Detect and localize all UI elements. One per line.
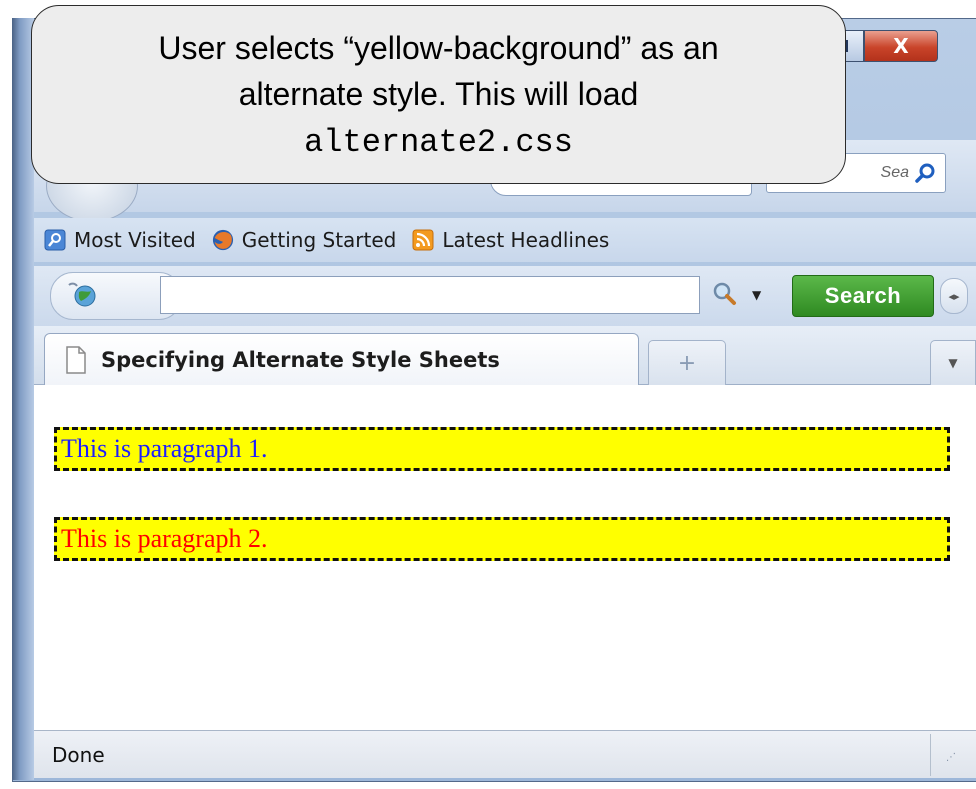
toolbar-chevron-icon[interactable]: ◂▸ (940, 278, 968, 314)
new-tab-button[interactable]: + (648, 340, 726, 385)
bookmarks-toolbar: Most Visited Getting Started Latest Head… (34, 218, 976, 262)
globe-search-icon (68, 282, 96, 307)
bookmark-label: Latest Headlines (442, 228, 610, 252)
callout-line-2: alternate style. This will load (238, 76, 639, 112)
status-text: Done (52, 742, 105, 767)
most-visited-icon (44, 229, 66, 251)
close-button[interactable]: X (864, 30, 938, 62)
chevron-down-icon: ▼ (948, 356, 958, 370)
bookmark-label: Getting Started (241, 228, 397, 252)
callout-line-1: User selects “yellow-background” as an (158, 30, 719, 66)
bookmark-getting-started[interactable]: Getting Started (212, 228, 397, 252)
navbar-search-placeholder: Sea (880, 164, 909, 181)
search-engine-dropdown-icon[interactable]: ▼ (752, 288, 761, 302)
status-bar: Done (34, 730, 976, 778)
bookmark-label: Most Visited (74, 228, 196, 252)
paragraph-1: This is paragraph 1. (54, 427, 950, 471)
screenshot-stage: X Sea Most Visited Getting Started Lates… (0, 0, 976, 789)
close-icon: X (893, 34, 909, 58)
magnifier-icon[interactable] (710, 280, 738, 312)
rss-icon (412, 229, 434, 251)
toolbar-search-input[interactable] (160, 276, 700, 314)
firefox-icon (212, 229, 234, 251)
search-icon[interactable] (915, 162, 937, 184)
bookmark-most-visited[interactable]: Most Visited (44, 228, 196, 252)
annotation-callout: User selects “yellow-background” as an a… (31, 5, 846, 184)
tab-list-button[interactable]: ▼ (930, 340, 976, 385)
paragraph-2: This is paragraph 2. (54, 517, 950, 561)
resize-grip-icon[interactable]: ⋰ (946, 752, 957, 763)
tab-label: Specifying Alternate Style Sheets (101, 347, 500, 372)
tab-specifying-alternate-style-sheets[interactable]: Specifying Alternate Style Sheets (44, 333, 639, 385)
callout-filename: alternate2.css (304, 124, 573, 161)
page-icon (66, 345, 86, 374)
bookmark-latest-headlines[interactable]: Latest Headlines (412, 228, 609, 252)
status-divider (930, 734, 931, 776)
plus-icon: + (677, 350, 697, 376)
search-button[interactable]: Search (792, 275, 934, 317)
